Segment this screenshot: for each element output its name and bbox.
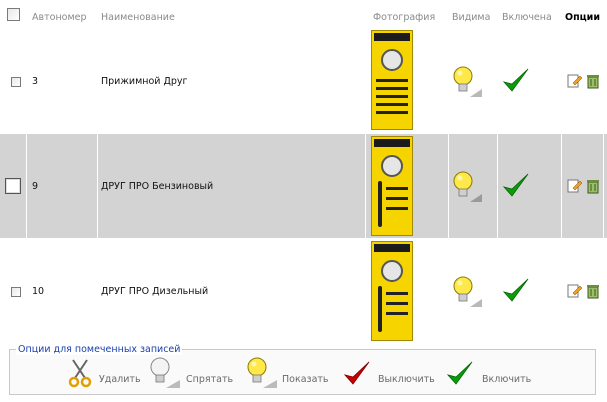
delete-icon[interactable] (585, 178, 601, 194)
row-name[interactable]: ДРУГ ПРО Бензиновый (101, 181, 213, 192)
col-visible: Видима (452, 12, 491, 23)
col-enabled: Включена (502, 12, 552, 23)
bulk-show-button[interactable]: Показать (282, 374, 329, 385)
enable-check-icon[interactable] (446, 360, 474, 388)
edit-icon[interactable] (567, 178, 583, 194)
row-checkbox[interactable] (11, 287, 21, 297)
row-checkbox[interactable] (11, 77, 21, 87)
col-autonumber[interactable]: Автономер (32, 12, 87, 23)
row-id: 3 (32, 76, 39, 87)
hide-bulb-icon[interactable] (148, 356, 180, 390)
scissors-icon[interactable] (67, 358, 93, 388)
row-checkbox[interactable] (5, 178, 21, 194)
delete-icon[interactable] (585, 283, 601, 299)
table-row: 3 Прижимной Друг (0, 29, 607, 133)
bulk-delete-button[interactable]: Удалить (99, 374, 141, 385)
enabled-check-icon[interactable] (502, 67, 530, 95)
bulk-hide-button[interactable]: Спрятать (186, 374, 233, 385)
enabled-check-icon[interactable] (502, 277, 530, 305)
table-row: 9 ДРУГ ПРО Бензиновый (0, 134, 607, 238)
delete-icon[interactable] (585, 73, 601, 89)
disable-check-icon[interactable] (343, 360, 371, 388)
visible-bulb-icon[interactable] (452, 170, 482, 204)
show-bulb-icon[interactable] (245, 356, 277, 390)
col-name[interactable]: Наименование (101, 12, 175, 23)
row-name[interactable]: ДРУГ ПРО Дизельный (101, 286, 208, 297)
table-header: Автономер Наименование Фотография Видима… (0, 0, 607, 28)
visible-bulb-icon[interactable] (452, 65, 482, 99)
row-name[interactable]: Прижимной Друг (101, 76, 188, 87)
bulk-disable-button[interactable]: Выключить (378, 374, 435, 385)
product-photo[interactable] (371, 30, 413, 130)
enabled-check-icon[interactable] (502, 172, 530, 200)
select-all-checkbox[interactable] (7, 8, 20, 21)
bulk-options-legend: Опции для помеченных записей (16, 344, 183, 355)
table-row: 10 ДРУГ ПРО Дизельный (0, 239, 607, 343)
row-id: 9 (32, 181, 39, 192)
product-photo[interactable] (371, 136, 413, 236)
col-photo: Фотография (373, 12, 436, 23)
visible-bulb-icon[interactable] (452, 275, 482, 309)
bulk-enable-button[interactable]: Включить (482, 374, 531, 385)
col-options: Опции (565, 12, 600, 23)
product-photo[interactable] (371, 241, 413, 341)
edit-icon[interactable] (567, 283, 583, 299)
edit-icon[interactable] (567, 73, 583, 89)
bulk-options-panel (9, 349, 596, 395)
row-id: 10 (32, 286, 45, 297)
